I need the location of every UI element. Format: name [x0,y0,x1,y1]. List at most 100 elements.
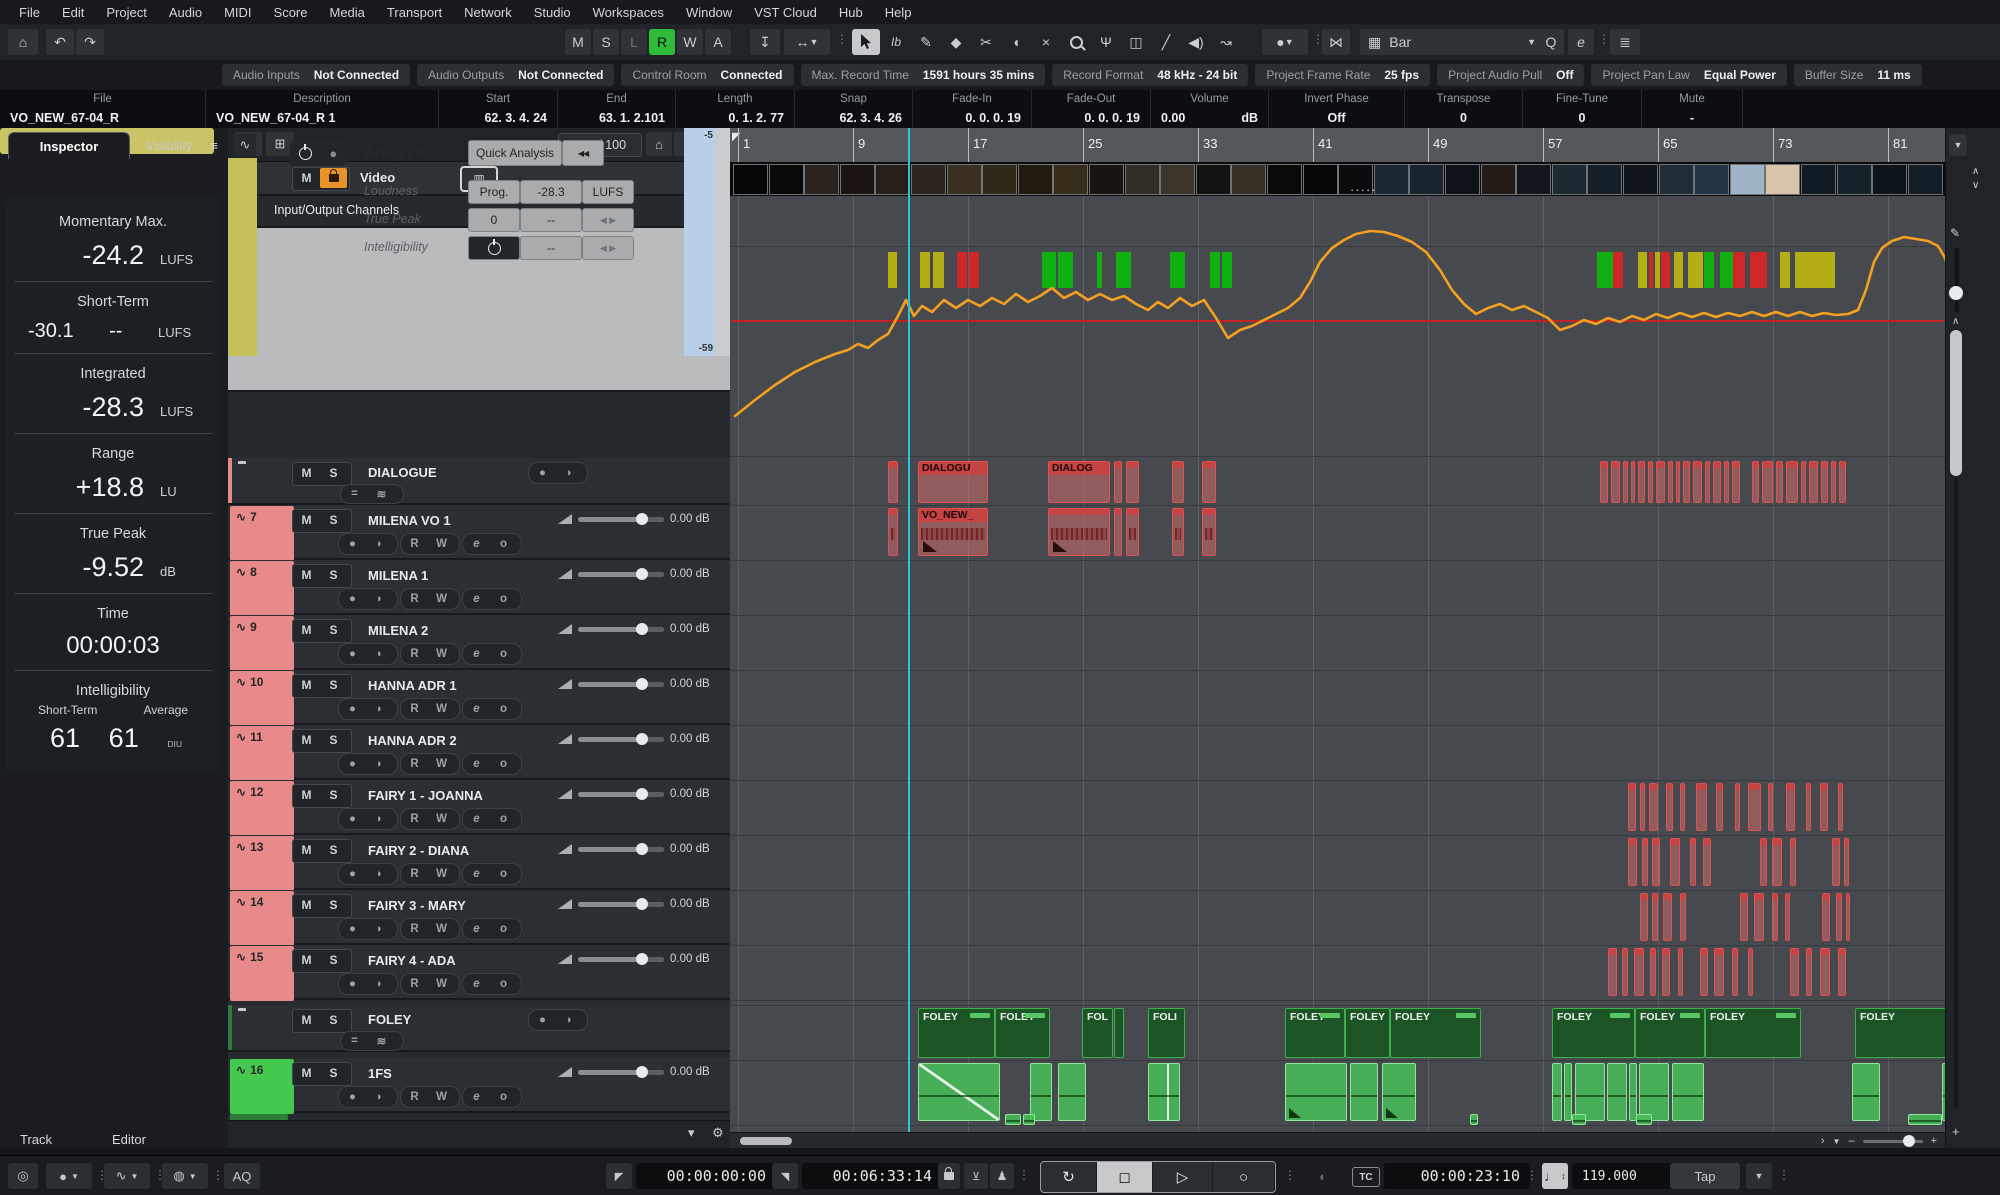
mute-button[interactable]: M [293,463,320,483]
analyzer-cell[interactable]: -- [520,236,582,260]
status-control-room[interactable]: Control RoomConnected [621,64,793,86]
mute-button[interactable]: M [293,895,320,915]
read-automation-button[interactable]: R [401,590,428,608]
record-ready-icon[interactable]: ● [339,535,366,553]
activate-project-button[interactable]: ◎ [8,1163,38,1189]
fairy-clip[interactable] [1740,893,1748,941]
dialogue-clip[interactable] [1668,461,1673,503]
info-field-fade-out[interactable]: Fade-Out0. 0. 0. 19 [1032,90,1151,128]
record-ready-icon[interactable]: ● [529,464,556,482]
mute-button[interactable]: M [293,675,320,695]
dialogue-clip[interactable]: DIALOG [1048,461,1110,503]
info-field-mute[interactable]: Mute- [1642,90,1743,128]
analyzer-cell[interactable]: ◀ ▶ [582,208,634,232]
foley-clip[interactable]: FOLEY [1552,1008,1635,1058]
mute-button[interactable]: M [293,565,320,585]
small-clip[interactable] [1572,1114,1586,1125]
volume-slider-knob[interactable] [636,788,648,800]
record-ready-icon[interactable]: ● [339,590,366,608]
tempo-mode-dropdown[interactable]: ▼ [1746,1163,1772,1189]
waveform-zoom-slider[interactable] [1955,248,1959,312]
info-field-fade-in[interactable]: Fade-In0. 0. 0. 19 [913,90,1032,128]
mute-button[interactable]: M [293,785,320,805]
audio-track-row[interactable]: ∿13MSFAIRY 2 - DIANA0.00 dB●◗RWeo [228,835,730,890]
zoom-in-icon[interactable]: + [1952,1124,1960,1139]
line-tool[interactable]: ╱ [1152,29,1180,55]
edit-channel-button[interactable]: e [463,755,490,773]
fairy-clip[interactable] [1622,948,1628,996]
audio-track-row[interactable]: ∿8MSMILENA 10.00 dB●◗RWeo [228,560,730,615]
zoom-slider-knob[interactable] [1903,1135,1915,1147]
status-audio-outputs[interactable]: Audio OutputsNot Connected [417,64,614,86]
right-locator-icon[interactable]: ◥ [772,1163,798,1189]
quick-analysis-button[interactable]: Quick Analysis [468,140,562,166]
record-button[interactable]: ○ [1213,1162,1275,1192]
fairy-clip[interactable] [1754,893,1764,941]
small-clip[interactable] [1023,1114,1035,1125]
fairy-clip[interactable] [1640,893,1648,941]
dialogue-clip[interactable] [1172,461,1184,503]
scroll-down-icon[interactable]: ∨ [1972,180,1979,191]
lines-icon[interactable]: ≣ [1610,29,1640,55]
range-selection-tool[interactable]: Ib [882,29,910,55]
fairy-clip[interactable] [1838,948,1846,996]
fairy-clip[interactable] [1678,948,1683,996]
status-audio-inputs[interactable]: Audio InputsNot Connected [222,64,410,86]
foley-clip[interactable]: FOLI [1148,1008,1185,1058]
info-field-transpose[interactable]: Transpose0 [1405,90,1523,128]
fairy-clip[interactable] [1820,948,1830,996]
analyzer-cell[interactable]: 0 [468,208,520,232]
info-field-snap[interactable]: Snap62. 3. 4. 26 [795,90,913,128]
hand-tool[interactable]: Ψ [1092,29,1120,55]
home-icon[interactable]: ⌂ [8,29,38,55]
fairy-clip[interactable] [1790,948,1799,996]
foley-audio-clip[interactable] [1575,1063,1605,1121]
fairy-clip[interactable] [1772,893,1778,941]
small-clip[interactable] [1636,1114,1652,1125]
vo-clip[interactable] [1048,508,1110,556]
foley-clip[interactable]: FOL [1082,1008,1113,1058]
state-button-l[interactable]: L [621,29,647,55]
foley-audio-clip[interactable] [1030,1063,1052,1121]
foley-clip[interactable]: FOLEY [1635,1008,1705,1058]
menu-edit[interactable]: Edit [51,5,95,20]
vo-clip[interactable] [1202,508,1216,556]
fairy-clip[interactable] [1806,783,1811,831]
track-defaults-icon[interactable]: ⌂ [646,132,672,156]
read-automation-button[interactable]: R [401,975,428,993]
volume-slider-knob[interactable] [636,513,648,525]
menu-window[interactable]: Window [675,5,743,20]
small-clip[interactable] [1005,1114,1021,1125]
fairy-clip[interactable] [1628,838,1637,886]
fairy-clip[interactable] [1670,838,1680,886]
punch-in-filter-icon[interactable]: ⊻ [964,1163,988,1189]
volume-slider-knob[interactable] [636,843,648,855]
record-ready-icon[interactable]: ● [339,810,366,828]
record-ready-icon[interactable]: ● [339,645,366,663]
vo-clip[interactable] [1172,508,1184,556]
solo-button[interactable]: S [320,895,347,915]
dialogue-clip[interactable] [1631,461,1635,503]
analyzer-cell[interactable] [468,236,520,260]
dialogue-clip[interactable] [1623,461,1628,503]
dialogue-clip[interactable] [1126,461,1139,503]
fairy-clip[interactable] [1714,948,1724,996]
menu-hub[interactable]: Hub [828,5,874,20]
dialogue-clip[interactable] [1831,461,1836,503]
bypass-insert-button[interactable]: o [490,535,517,553]
punch-icon[interactable]: ◐ [1308,1163,1338,1189]
primary-time-display[interactable]: 00:00:23:10 [1384,1163,1530,1189]
audio-track-row[interactable]: ∿16MS1FS0.00 dB●◗RWeo [228,1058,730,1113]
menu-media[interactable]: Media [319,5,376,20]
solo-button[interactable]: S [320,463,347,483]
monitor-icon[interactable]: ◗ [366,645,393,663]
zoom-in-icon[interactable]: + [1931,1135,1937,1147]
write-automation-button[interactable]: W [428,755,455,773]
volume-slider[interactable]: 0.00 dB [558,788,710,800]
dialogue-clip[interactable] [1732,461,1740,503]
rewind-button[interactable]: ◀◀ [562,140,604,166]
right-locator-time[interactable]: 00:06:33:14 [802,1163,942,1189]
solo-button[interactable]: S [320,565,347,585]
undo-icon[interactable]: ↶ [46,29,74,55]
bypass-insert-button[interactable]: o [490,590,517,608]
